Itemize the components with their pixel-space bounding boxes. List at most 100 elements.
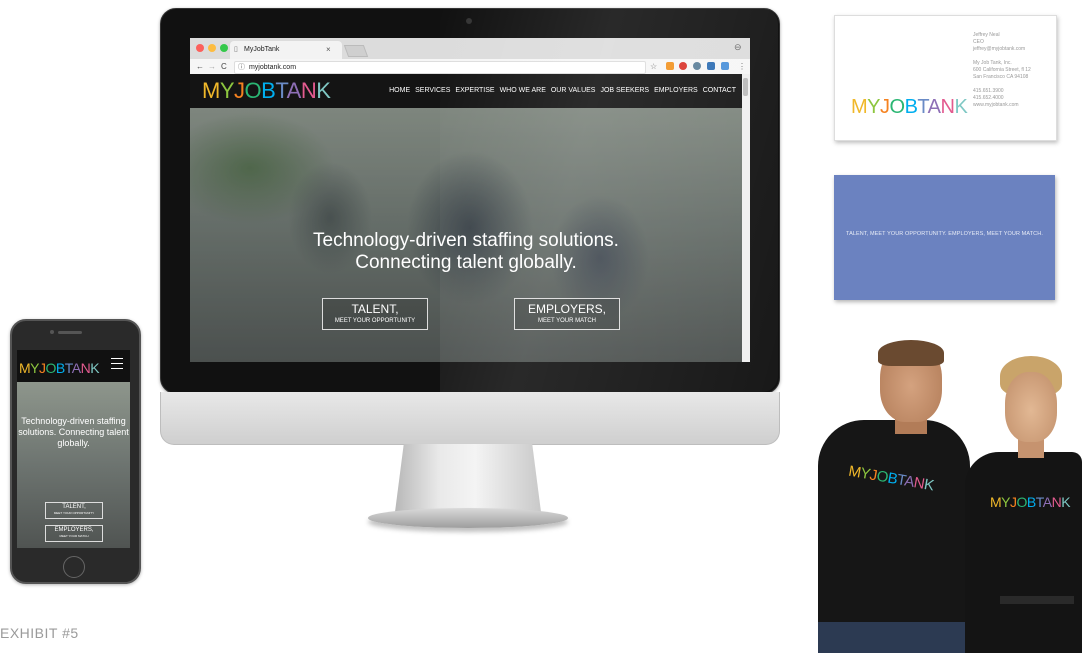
account-icon[interactable]: ⊖ — [734, 42, 742, 53]
card-phone2: 415.652.4000 — [973, 95, 1004, 101]
phone-home-button — [63, 556, 85, 578]
close-window-dot[interactable] — [196, 44, 204, 52]
phone-speaker — [58, 331, 82, 334]
card-email: jeffrey@myjobtank.com — [973, 46, 1026, 52]
extension-icon[interactable] — [707, 62, 715, 70]
logo-letter: B — [261, 78, 276, 103]
nav-home[interactable]: HOME — [389, 87, 410, 94]
logo-letter: Y — [1001, 494, 1011, 510]
card-title: CEO — [973, 39, 984, 45]
site-nav-menu: HOME SERVICES EXPERTISE WHO WE ARE OUR V… — [389, 87, 736, 94]
logo-letter: M — [202, 78, 220, 103]
talent-button[interactable]: TALENT, MEET YOUR OPPORTUNITY — [322, 298, 428, 330]
logo-letter: N — [300, 78, 317, 103]
browser-tab[interactable]: ▯ MyJobTank × — [230, 41, 342, 59]
phone-employers-label: EMPLOYERS, — [54, 527, 94, 533]
business-card-front: MYJOBTANK Jeffrey Neal CEO jeffrey@myjob… — [834, 15, 1057, 141]
logo-letter: A — [286, 78, 302, 103]
card-address-line2: San Francisco CA 94108 — [973, 74, 1029, 80]
male-model-hair — [878, 340, 944, 366]
logo-letter: A — [71, 360, 81, 376]
logo-letter: N — [940, 96, 955, 118]
logo-letter: T — [1035, 494, 1044, 510]
tab-title: MyJobTank — [244, 46, 280, 53]
logo-letter: O — [1016, 494, 1028, 510]
logo-letter: B — [904, 96, 918, 118]
logo-letter: T — [275, 78, 287, 103]
hero-image: Technology-driven staffing solutions. Co… — [190, 108, 742, 362]
phone-hero-headline: Technology-driven staffing solutions. Co… — [18, 416, 129, 448]
url-input[interactable]: ⓘ myjobtank.com — [234, 61, 646, 74]
female-model-belt — [1000, 596, 1074, 604]
card-contact-info: Jeffrey Neal CEO jeffrey@myjobtank.com M… — [973, 32, 1031, 109]
hero-headline: Technology-driven staffing solutions. — [313, 230, 619, 251]
phone-camera — [50, 330, 54, 334]
browser-window: ▯ MyJobTank × ⊖ ← → C ⓘ myjobtank.com ☆ … — [190, 38, 750, 362]
extension-icon[interactable] — [721, 62, 729, 70]
logo-letter: Y — [219, 78, 235, 103]
nav-services[interactable]: SERVICES — [415, 87, 450, 94]
card-address-line1: 600 California Street, fl 12 — [973, 67, 1031, 73]
logo-letter: Y — [867, 96, 881, 118]
forward-icon[interactable]: → — [208, 59, 216, 74]
logo-letter: O — [45, 360, 57, 376]
card-tagline: TALENT, MEET YOUR OPPORTUNITY. EMPLOYERS… — [846, 231, 1043, 237]
new-tab-button[interactable] — [343, 45, 369, 57]
logo-letter: K — [90, 360, 100, 376]
phone-employers-sublabel: MEET YOUR MATCH — [59, 534, 89, 538]
star-icon[interactable]: ☆ — [650, 59, 657, 74]
extension-icon[interactable] — [693, 62, 701, 70]
logo-letter: N — [80, 360, 91, 376]
female-model-shirt — [965, 452, 1082, 653]
logo-letter: N — [1051, 494, 1062, 510]
logo-letter: T — [917, 96, 928, 118]
reload-icon[interactable]: C — [221, 59, 227, 74]
extension-icon[interactable] — [666, 62, 674, 70]
nav-our-values[interactable]: OUR VALUES — [551, 87, 596, 94]
logo-letter: O — [244, 78, 262, 103]
talent-button-label: TALENT, — [351, 302, 399, 316]
menu-icon[interactable]: ⋮ — [738, 59, 746, 74]
logo-letter: K — [316, 78, 331, 103]
phone-employers-button[interactable]: EMPLOYERS, MEET YOUR MATCH — [45, 525, 103, 542]
nav-employers[interactable]: EMPLOYERS — [654, 87, 698, 94]
logo-letter: Y — [30, 360, 40, 376]
url-text: myjobtank.com — [248, 64, 297, 71]
employers-button-sublabel: MEET YOUR MATCH — [537, 318, 596, 324]
logo-letter: B — [1026, 494, 1036, 510]
page-icon: ▯ — [234, 46, 238, 53]
imac-camera — [466, 18, 472, 24]
logo-letter: O — [889, 96, 906, 118]
phone-talent-sublabel: MEET YOUR OPPORTUNITY — [53, 511, 95, 515]
scrollbar-thumb[interactable] — [743, 78, 748, 96]
logo-letter: M — [19, 360, 31, 376]
logo-letter: M — [851, 96, 868, 118]
imac-stand — [395, 444, 541, 512]
minimize-window-dot[interactable] — [208, 44, 216, 52]
maximize-window-dot[interactable] — [220, 44, 228, 52]
nav-expertise[interactable]: EXPERTISE — [455, 87, 494, 94]
logo-letter: A — [927, 96, 941, 118]
phone-hero-image: Technology-driven staffing solutions. Co… — [17, 382, 130, 548]
nav-who-we-are[interactable]: WHO WE ARE — [500, 87, 546, 94]
logo-letter: J — [234, 78, 245, 103]
scrollbar[interactable] — [742, 74, 750, 362]
tab-close-icon[interactable]: × — [326, 41, 331, 59]
site-logo[interactable]: MYJOBTANK — [202, 78, 331, 103]
female-model-face — [1005, 372, 1057, 442]
phone-site-logo[interactable]: MYJOBTANK — [19, 360, 100, 376]
back-icon[interactable]: ← — [196, 59, 204, 74]
hamburger-menu-icon[interactable] — [111, 358, 123, 373]
logo-letter: K — [1061, 494, 1071, 510]
address-bar: ← → C ⓘ myjobtank.com ☆ ⋮ — [190, 59, 750, 75]
nav-job-seekers[interactable]: JOB SEEKERS — [600, 87, 649, 94]
info-icon: ⓘ — [238, 64, 245, 71]
exhibit-label: EXHIBIT #5 — [0, 625, 79, 641]
site-header: MYJOBTANK HOME SERVICES EXPERTISE WHO WE… — [190, 74, 742, 108]
business-card-back: TALENT, MEET YOUR OPPORTUNITY. EMPLOYERS… — [834, 175, 1055, 300]
employers-button[interactable]: EMPLOYERS, MEET YOUR MATCH — [514, 298, 620, 330]
logo-letter: M — [990, 494, 1002, 510]
pinterest-icon[interactable] — [679, 62, 687, 70]
phone-talent-button[interactable]: TALENT, MEET YOUR OPPORTUNITY — [45, 502, 103, 519]
nav-contact[interactable]: CONTACT — [703, 87, 736, 94]
